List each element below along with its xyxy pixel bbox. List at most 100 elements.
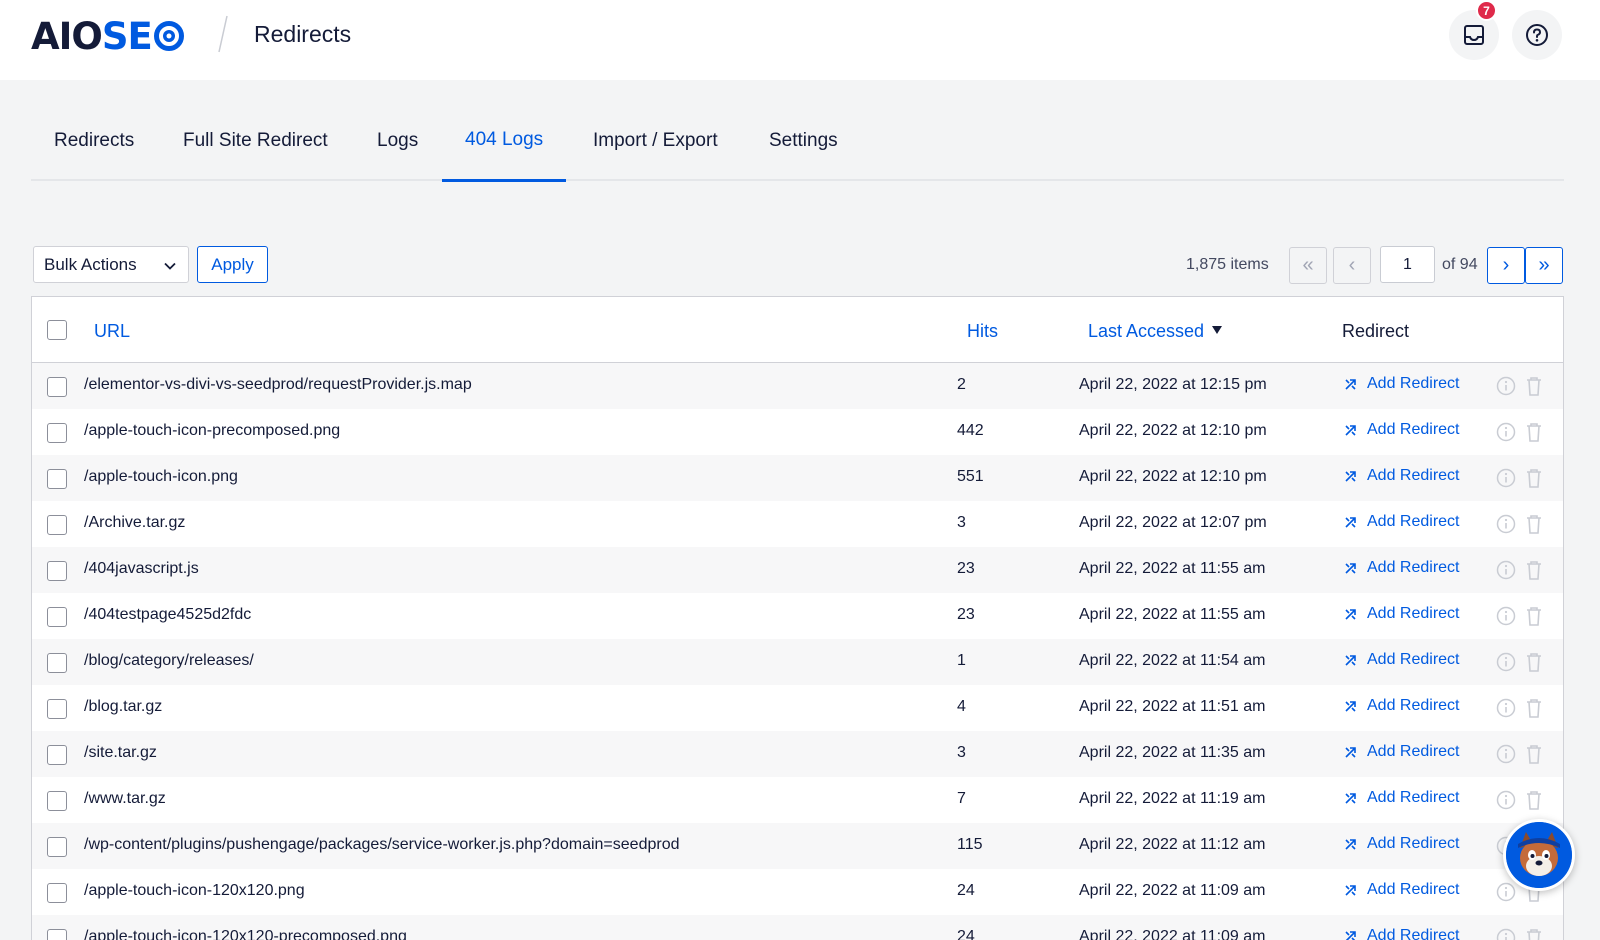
next-page-button[interactable]: › [1487,247,1525,284]
row-url: /404testpage4525d2fdc [84,606,252,623]
row-checkbox[interactable] [47,699,67,719]
trash-icon[interactable] [1525,651,1543,673]
help-mascot-button[interactable] [1503,819,1575,891]
add-redirect-label: Add Redirect [1367,513,1460,530]
tab-settings[interactable]: Settings [746,100,861,181]
row-checkbox[interactable] [47,653,67,673]
tab-redirects[interactable]: Redirects [31,100,157,181]
tab-logs[interactable]: Logs [354,100,441,181]
add-redirect-link[interactable]: Add Redirect [1344,881,1460,899]
apply-button[interactable]: Apply [197,246,268,283]
table-header: URL Hits Last Accessed Redirect [32,297,1563,363]
trash-icon[interactable] [1525,743,1543,765]
info-icon[interactable] [1496,744,1516,764]
trash-icon[interactable] [1525,697,1543,719]
add-redirect-link[interactable]: Add Redirect [1344,743,1460,761]
info-icon[interactable] [1496,468,1516,488]
row-checkbox[interactable] [47,837,67,857]
info-icon[interactable] [1496,882,1516,902]
row-checkbox[interactable] [47,607,67,627]
info-icon[interactable] [1496,652,1516,672]
trash-icon[interactable] [1525,559,1543,581]
table-row: /elementor-vs-divi-vs-seedprod/requestPr… [32,363,1563,409]
info-icon[interactable] [1496,698,1516,718]
add-redirect-link[interactable]: Add Redirect [1344,651,1460,669]
row-checkbox[interactable] [47,377,67,397]
info-icon[interactable] [1496,422,1516,442]
add-redirect-label: Add Redirect [1367,375,1460,392]
add-redirect-link[interactable]: Add Redirect [1344,513,1460,531]
tab-404-logs[interactable]: 404 Logs [442,100,567,182]
help-button[interactable] [1512,10,1562,60]
row-checkbox[interactable] [47,929,67,940]
logo-aio-text: AIO [31,14,103,58]
add-redirect-link[interactable]: Add Redirect [1344,835,1460,853]
chevron-down-icon [164,262,176,270]
row-checkbox[interactable] [47,469,67,489]
add-redirect-link[interactable]: Add Redirect [1344,789,1460,807]
row-checkbox[interactable] [47,423,67,443]
total-pages-label: of 94 [1442,256,1478,273]
row-checkbox[interactable] [47,883,67,903]
aioseo-logo[interactable]: AIO SE [31,14,185,58]
row-hits: 24 [957,882,975,899]
table-row: /apple-touch-icon-120x120-precomposed.pn… [32,915,1563,940]
column-header-hits[interactable]: Hits [967,321,998,342]
trash-icon[interactable] [1525,605,1543,627]
add-redirect-label: Add Redirect [1367,605,1460,622]
row-checkbox[interactable] [47,791,67,811]
add-redirect-label: Add Redirect [1367,835,1460,852]
previous-page-button[interactable]: ‹ [1333,247,1371,284]
tab-import-export[interactable]: Import / Export [570,100,741,181]
row-last-accessed: April 22, 2022 at 12:10 pm [1079,468,1267,485]
row-last-accessed: April 22, 2022 at 11:55 am [1079,606,1266,623]
trash-icon[interactable] [1525,375,1543,397]
row-checkbox[interactable] [47,561,67,581]
trash-icon[interactable] [1525,421,1543,443]
info-icon[interactable] [1496,790,1516,810]
add-redirect-link[interactable]: Add Redirect [1344,559,1460,577]
trash-icon[interactable] [1525,513,1543,535]
row-checkbox[interactable] [47,515,67,535]
add-redirect-label: Add Redirect [1367,881,1460,898]
first-page-button[interactable]: « [1289,247,1327,284]
add-redirect-label: Add Redirect [1367,559,1460,576]
row-checkbox[interactable] [47,745,67,765]
row-hits: 7 [957,790,966,807]
add-redirect-link[interactable]: Add Redirect [1344,375,1460,393]
redirect-arrows-icon [1345,884,1356,896]
row-last-accessed: April 22, 2022 at 11:19 am [1079,790,1266,807]
add-redirect-label: Add Redirect [1367,421,1460,438]
tab-full-site-redirect[interactable]: Full Site Redirect [160,100,351,181]
trash-icon[interactable] [1525,789,1543,811]
column-header-url[interactable]: URL [94,321,130,342]
column-header-last-accessed[interactable]: Last Accessed [1088,321,1223,342]
add-redirect-link[interactable]: Add Redirect [1344,467,1460,485]
table-row: /apple-touch-icon-120x120.png 24 April 22,… [32,869,1563,915]
trash-icon[interactable] [1525,467,1543,489]
table-row: /Archive.tar.gz 3 April 22, 2022 at 12:07 … [32,501,1563,547]
add-redirect-link[interactable]: Add Redirect [1344,605,1460,623]
info-icon[interactable] [1496,514,1516,534]
table-row: /site.tar.gz 3 April 22, 2022 at 11:35 am A… [32,731,1563,777]
info-icon[interactable] [1496,376,1516,396]
add-redirect-label: Add Redirect [1367,467,1460,484]
row-last-accessed: April 22, 2022 at 12:10 pm [1079,422,1267,439]
trash-icon[interactable] [1525,927,1543,940]
table-row: /404testpage4525d2fdc 23 April 22, 2022 at… [32,593,1563,639]
bulk-actions-select[interactable]: Bulk Actions [33,246,189,283]
404-logs-table: URL Hits Last Accessed Redirect /element… [31,296,1564,940]
info-icon[interactable] [1496,928,1516,940]
column-header-redirect: Redirect [1342,321,1410,341]
question-circle-icon [1526,24,1548,46]
last-page-button[interactable]: » [1525,247,1563,284]
row-hits: 1 [957,652,966,669]
add-redirect-link[interactable]: Add Redirect [1344,927,1460,940]
current-page-input[interactable]: 1 [1380,246,1435,283]
redirect-arrows-icon [1345,700,1356,712]
info-icon[interactable] [1496,560,1516,580]
add-redirect-link[interactable]: Add Redirect [1344,697,1460,715]
select-all-checkbox[interactable] [47,320,67,340]
info-icon[interactable] [1496,606,1516,626]
add-redirect-link[interactable]: Add Redirect [1344,421,1460,439]
